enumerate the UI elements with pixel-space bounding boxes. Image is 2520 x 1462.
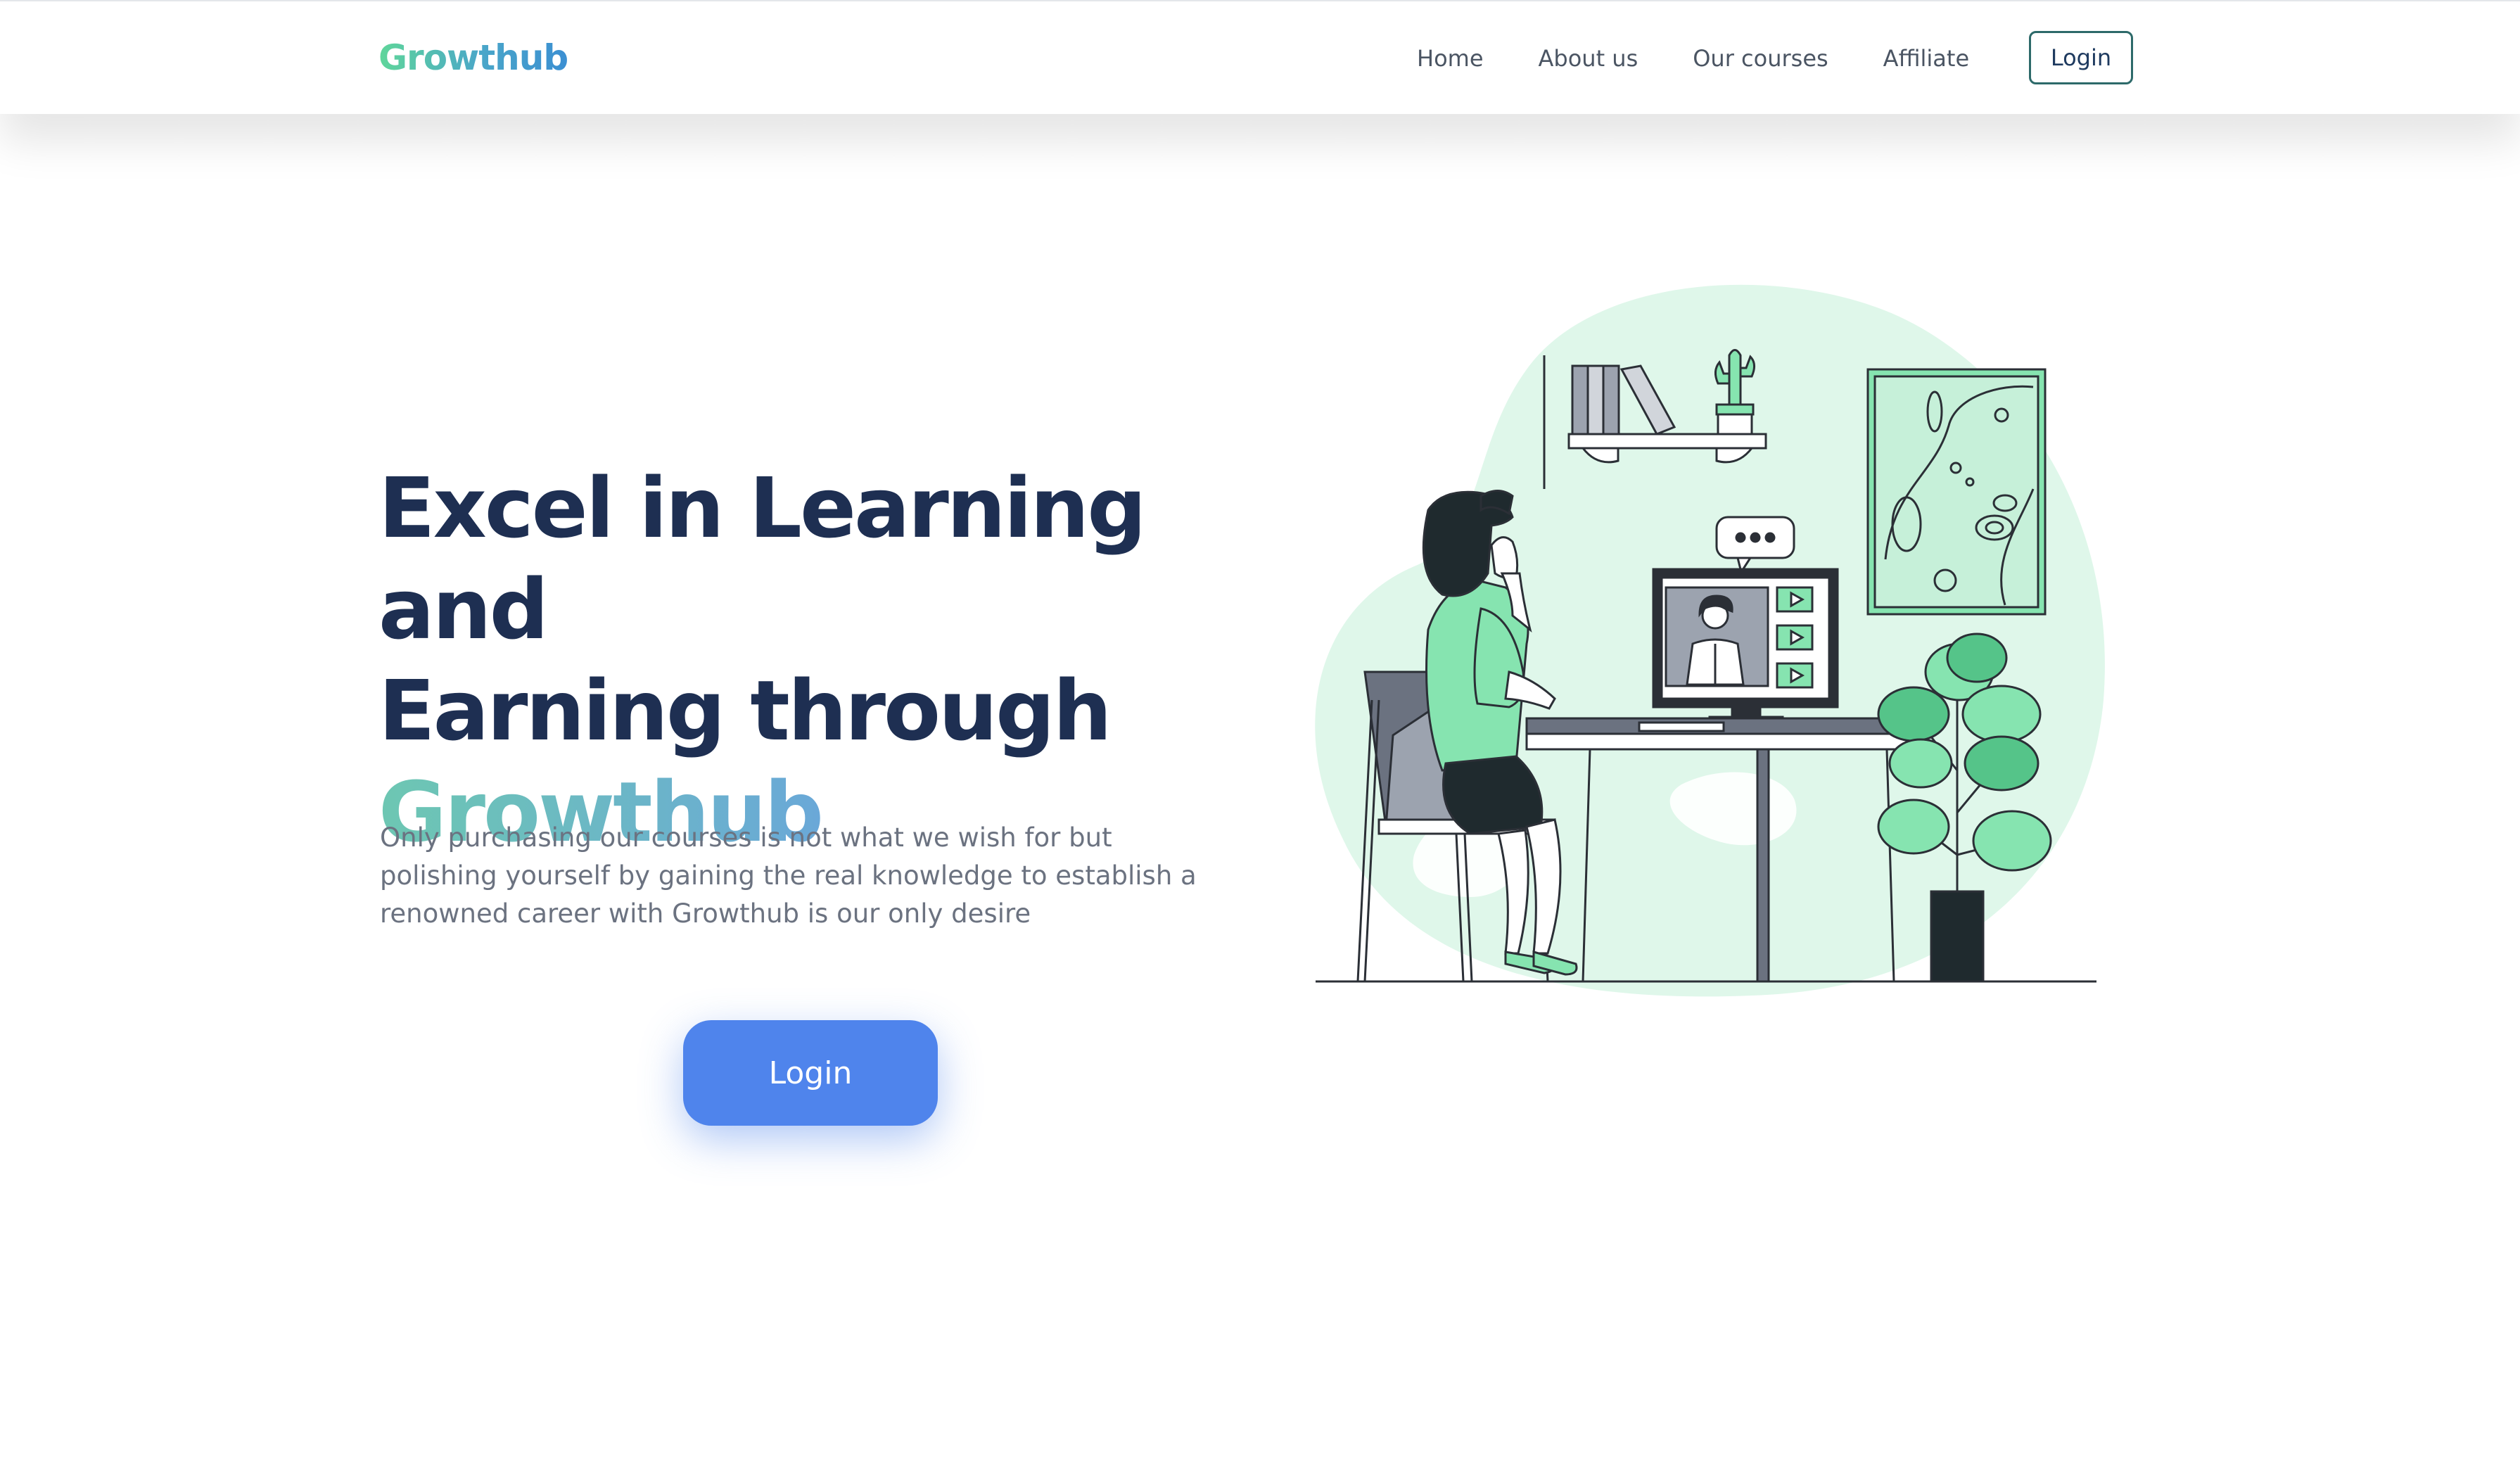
nav-home-link[interactable]: Home xyxy=(1417,41,1484,76)
hero-title-line1: Excel in Learning and xyxy=(378,459,1147,658)
nav-affiliate-link[interactable]: Affiliate xyxy=(1883,41,1969,76)
hero-title-line2: Earning through xyxy=(378,662,1112,759)
nav-about-link[interactable]: About us xyxy=(1539,41,1638,76)
header-login-button[interactable]: Login xyxy=(2029,31,2133,84)
wall-picture xyxy=(1866,368,2047,616)
computer-monitor xyxy=(1652,568,1839,725)
hero-description: Only purchasing our courses is not what … xyxy=(380,822,1197,929)
growthub-logo[interactable]: Growthub xyxy=(378,32,568,83)
hero-login-button[interactable]: Login xyxy=(683,1020,938,1126)
top-navbar: Growthub Home About us Our courses Affil… xyxy=(0,0,2520,114)
woman-studying-online-illustration xyxy=(1315,284,2105,997)
nav-courses-link[interactable]: Our courses xyxy=(1693,41,1828,76)
main-nav: Home About us Our courses Affiliate xyxy=(1417,41,2024,76)
hero-title: Excel in Learning and Earning through Gr… xyxy=(378,457,1293,863)
